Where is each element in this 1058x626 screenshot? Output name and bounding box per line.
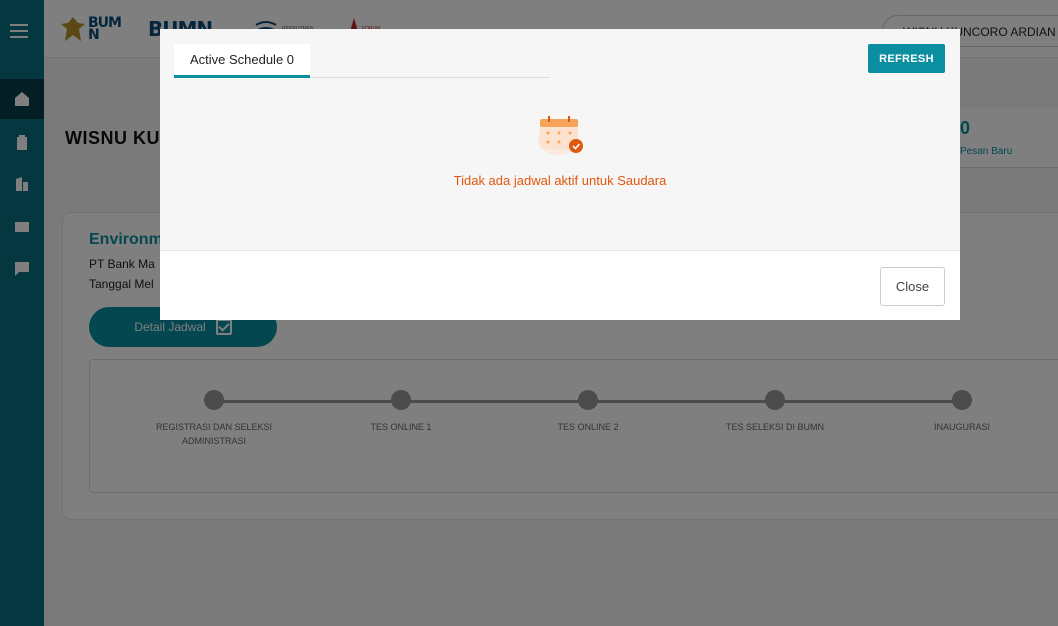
calendar-empty-icon [538,116,583,155]
close-button[interactable]: Close [880,267,945,306]
refresh-button[interactable]: REFRESH [868,44,945,73]
modal-footer: Close [160,250,960,320]
modal-body: Active Schedule 0 REFRESH Tidak ada jadw… [160,29,960,250]
tab-divider [310,77,550,78]
empty-schedule-message: Tidak ada jadwal aktif untuk Saudara [453,173,667,188]
schedule-modal: Active Schedule 0 REFRESH Tidak ada jadw… [160,29,960,320]
tab-active-schedule[interactable]: Active Schedule 0 [174,44,310,78]
